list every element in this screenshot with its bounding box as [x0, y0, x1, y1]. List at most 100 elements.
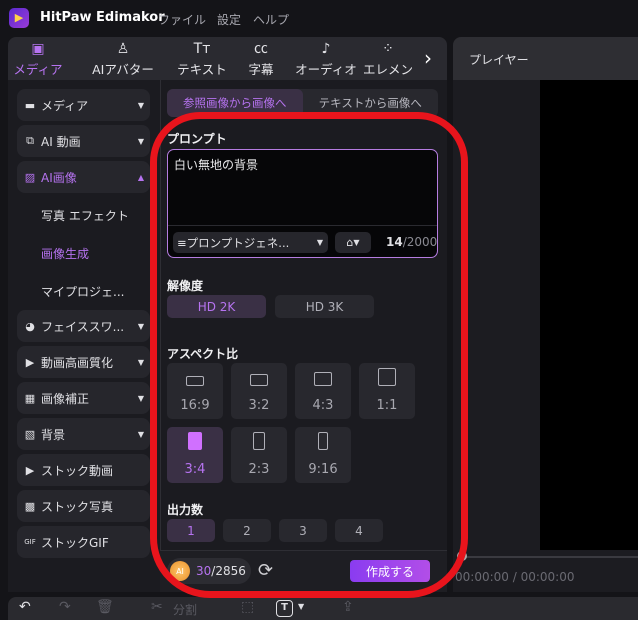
scissors-icon[interactable]: ✂	[151, 599, 163, 615]
image-enhance-icon: ▦	[24, 391, 36, 405]
video-enhance-icon: ▶	[25, 355, 35, 369]
caret-down-icon: ▼	[137, 321, 144, 331]
player-canvas	[540, 80, 638, 550]
scrubber-handle[interactable]	[457, 551, 467, 561]
marker-icon[interactable]: ⬚	[241, 599, 254, 615]
char-counter: 14/2000	[386, 235, 438, 249]
tab-media[interactable]: ▣ メディア	[3, 39, 73, 78]
player-title: プレイヤー	[469, 53, 529, 67]
ai-credit-icon: AI	[170, 561, 190, 581]
tag-dropdown[interactable]: ⌂ ▼	[335, 232, 371, 253]
sidebar-sub-image-generation[interactable]: 画像生成	[41, 245, 89, 262]
sidebar-item-stock-photo[interactable]: ▩ ストック写真	[17, 490, 150, 522]
aspect-16-9[interactable]: 16:9	[167, 363, 223, 419]
chevron-right-icon[interactable]: ›	[424, 46, 432, 70]
sidebar-item-face-swap[interactable]: ◕ フェイススワ... ▼	[17, 310, 150, 342]
app-title: HitPaw Edimakor	[40, 10, 165, 25]
audio-icon: ♪	[321, 41, 331, 57]
element-icon: ⁘	[382, 41, 394, 57]
prompt-generator-dropdown[interactable]: ≡ プロンプトジェネ... ▼	[173, 232, 328, 253]
aspect-3-4[interactable]: 3:4	[167, 427, 223, 483]
caret-down-icon: ▼	[137, 100, 144, 110]
menu-settings[interactable]: 設定	[217, 11, 241, 28]
create-button[interactable]: 作成する	[350, 560, 430, 582]
edit-toolbar: ↶ ↷ 🗑 ✂ 分割 ⬚ T ▼ ⇪	[8, 597, 638, 620]
caret-up-icon: ▲	[137, 172, 144, 182]
caret-down-icon: ▼	[137, 136, 144, 146]
redo-icon[interactable]: ↷	[59, 599, 71, 615]
credits-pill: AI 30/2856	[167, 558, 251, 584]
stock-photo-icon: ▩	[24, 499, 36, 513]
caret-down-icon: ▼	[137, 429, 144, 439]
caret-down-icon[interactable]: ▼	[298, 602, 304, 611]
menu-help[interactable]: ヘルプ	[253, 11, 289, 28]
caret-down-icon: ▼	[137, 393, 144, 403]
sidebar-item-stock-gif[interactable]: GIF ストックGIF	[17, 526, 150, 558]
refresh-icon[interactable]: ⟳	[258, 560, 273, 581]
caret-down-icon: ▼	[353, 238, 360, 247]
sidebar-item-ai-video[interactable]: ⧉ AI 動画 ▼	[17, 125, 150, 157]
resolution-label: 解像度	[167, 279, 204, 293]
app-logo: ▶	[9, 8, 29, 28]
output-count-3[interactable]: 3	[279, 519, 327, 542]
trash-icon[interactable]: 🗑	[96, 599, 114, 615]
tab-text-to-image[interactable]: テキストから画像へ	[303, 89, 439, 117]
aspect-1-1[interactable]: 1:1	[359, 363, 415, 419]
output-count-1[interactable]: 1	[167, 519, 215, 542]
aspect-4-3[interactable]: 4:3	[295, 363, 351, 419]
tab-audio[interactable]: ♪ オーディオ	[291, 39, 361, 78]
resolution-hd3k[interactable]: HD 3K	[275, 295, 374, 318]
output-count-2[interactable]: 2	[223, 519, 271, 542]
resolution-hd2k[interactable]: HD 2K	[167, 295, 266, 318]
time-display: 00:00:00 / 00:00:00	[455, 570, 575, 584]
face-swap-icon: ◕	[25, 319, 35, 333]
stock-gif-icon: GIF	[24, 538, 36, 546]
sidebar-item-ai-image[interactable]: ▨ AI画像 ▲	[17, 161, 150, 193]
aspect-3-2[interactable]: 3:2	[231, 363, 287, 419]
menu-file[interactable]: ファイル	[158, 11, 206, 28]
tag-icon: ⌂	[346, 236, 354, 249]
prompt-text: 白い無地の背景	[174, 158, 259, 172]
prompt-textarea[interactable]: 白い無地の背景 ≡ プロンプトジェネ... ▼ ⌂ ▼ 14/2000	[167, 149, 438, 258]
timeline-scrubber[interactable]	[462, 556, 638, 558]
aspect-shape-icon	[318, 432, 328, 450]
output-count-label: 出力数	[167, 503, 204, 517]
player-header: プレイヤー	[453, 37, 638, 80]
tab-ai-avatar[interactable]: ♙ AIアバター	[88, 39, 158, 78]
sidebar-item-background[interactable]: ▧ 背景 ▼	[17, 418, 150, 450]
aspect-shape-icon	[250, 374, 268, 386]
ai-image-icon: ▨	[24, 170, 36, 184]
sidebar-item-media[interactable]: ▬ メディア ▼	[17, 89, 150, 121]
aspect-shape-icon	[314, 372, 332, 386]
output-count-4[interactable]: 4	[335, 519, 383, 542]
split-button[interactable]: 分割	[173, 601, 197, 618]
folder-icon: ▬	[24, 98, 36, 112]
caret-down-icon: ▼	[316, 238, 323, 247]
sidebar-item-stock-video[interactable]: ▶ ストック動画	[17, 454, 150, 486]
ai-video-icon: ⧉	[26, 134, 34, 147]
prompt-label: プロンプト	[167, 132, 227, 146]
sidebar-sub-my-projects[interactable]: マイプロジェ...	[41, 283, 124, 300]
aspect-shape-icon	[188, 432, 202, 450]
aspect-shape-icon	[186, 376, 204, 386]
top-tab-bar: ▣ メディア ♙ AIアバター Tт テキスト ㏄字幕 ♪ オーディオ ⁘ エレメン ›	[8, 37, 447, 80]
aspect-label: アスペクト比	[167, 347, 239, 361]
background-icon: ▧	[24, 427, 36, 441]
tab-element[interactable]: ⁘ エレメン	[358, 39, 418, 78]
tab-image-to-image[interactable]: 参照画像から画像へ	[167, 89, 303, 117]
sidebar-item-image-enhance[interactable]: ▦ 画像補正 ▼	[17, 382, 150, 414]
aspect-2-3[interactable]: 2:3	[231, 427, 287, 483]
text-tool-button[interactable]: T	[276, 600, 293, 617]
undo-icon[interactable]: ↶	[19, 599, 31, 615]
prompt-list-icon: ≡	[177, 235, 187, 250]
tab-caption[interactable]: ㏄字幕	[226, 39, 296, 78]
export-icon[interactable]: ⇪	[342, 599, 354, 615]
aspect-shape-icon	[253, 432, 265, 450]
mode-tabs: 参照画像から画像へ テキストから画像へ	[167, 89, 438, 117]
avatar-icon: ♙	[116, 41, 130, 57]
media-icon: ▣	[31, 41, 45, 57]
sidebar-sub-photo-effect[interactable]: 写真 エフェクト	[41, 207, 129, 224]
aspect-9-16[interactable]: 9:16	[295, 427, 351, 483]
aspect-shape-icon	[378, 368, 396, 386]
sidebar-item-video-enhance[interactable]: ▶ 動画高画質化 ▼	[17, 346, 150, 378]
